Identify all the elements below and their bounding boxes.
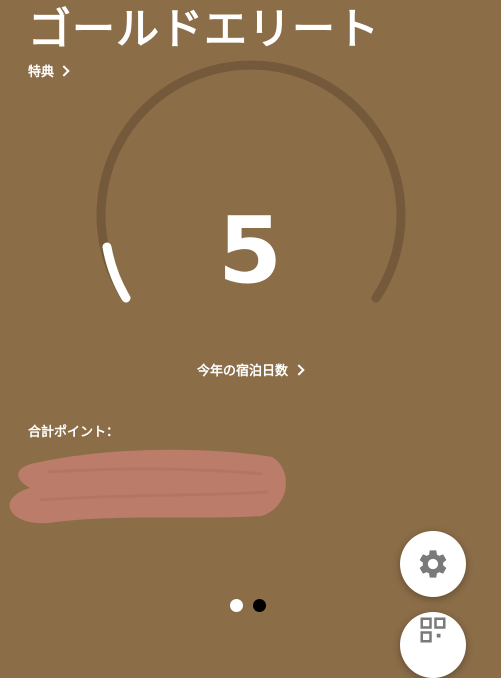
page-dot-1[interactable] <box>230 599 243 612</box>
settings-button[interactable] <box>400 531 466 597</box>
qr-code-button[interactable] <box>400 612 466 678</box>
page-indicator <box>230 599 266 612</box>
page-dot-2[interactable] <box>253 599 266 612</box>
qr-code-icon <box>420 617 446 643</box>
gear-icon <box>419 550 447 578</box>
